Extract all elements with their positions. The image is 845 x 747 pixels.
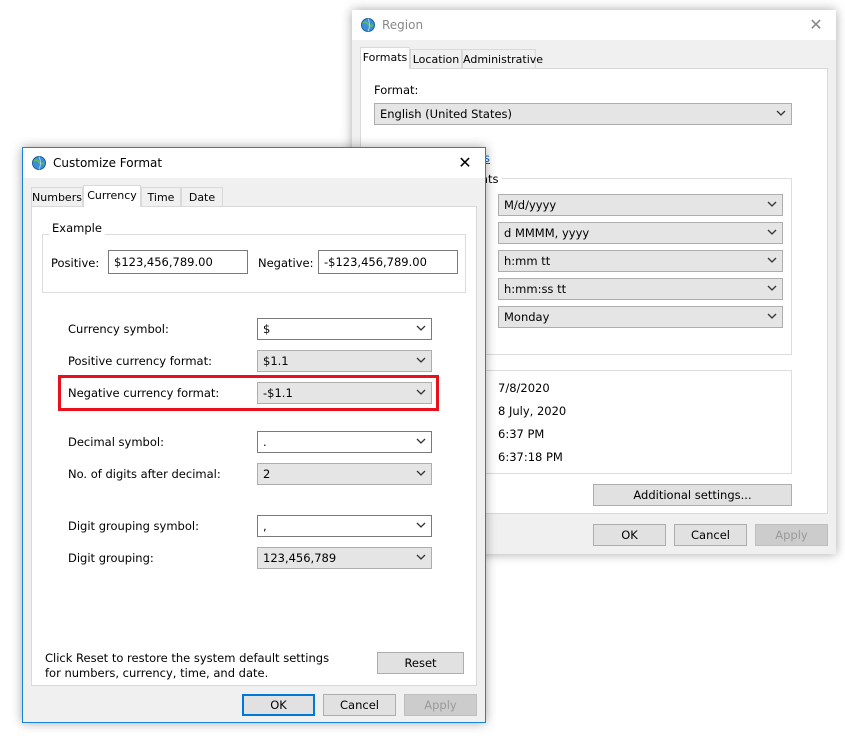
- tab-date[interactable]: Date: [181, 187, 223, 207]
- tab-administrative[interactable]: Administrative: [462, 49, 543, 69]
- negative-label: Negative:: [258, 256, 314, 270]
- additional-settings-button[interactable]: Additional settings...: [593, 484, 792, 506]
- decimal-symbol-label: Decimal symbol:: [68, 435, 164, 449]
- negative-currency-format-label: Negative currency format:: [68, 386, 220, 400]
- tab-numbers[interactable]: Numbers: [31, 187, 83, 207]
- customize-ok-button[interactable]: OK: [242, 694, 315, 716]
- customize-title: Customize Format: [53, 156, 163, 170]
- chevron-down-icon: [767, 313, 777, 319]
- region-titlebar[interactable]: Region ✕: [352, 10, 836, 40]
- customize-close-icon[interactable]: ✕: [455, 153, 475, 173]
- example-short-time: 6:37 PM: [498, 427, 545, 441]
- positive-currency-format-select[interactable]: $1.1: [257, 350, 432, 372]
- digits-after-decimal-select[interactable]: 2: [257, 463, 432, 485]
- example-short-date: 7/8/2020: [498, 381, 550, 395]
- chevron-down-icon: [416, 554, 426, 560]
- decimal-symbol-select[interactable]: .: [257, 431, 432, 453]
- tab-currency[interactable]: Currency: [83, 185, 141, 207]
- customize-format-window: Customize Format ✕ Numbers Currency Time…: [22, 147, 486, 723]
- digit-grouping-symbol-label: Digit grouping symbol:: [68, 519, 199, 533]
- format-label: Format:: [374, 83, 419, 97]
- chevron-down-icon: [767, 257, 777, 263]
- digits-after-decimal-label: No. of digits after decimal:: [68, 467, 221, 481]
- region-cancel-button[interactable]: Cancel: [674, 524, 747, 546]
- digit-grouping-symbol-select[interactable]: ,: [257, 515, 432, 537]
- currency-symbol-label: Currency symbol:: [68, 322, 169, 336]
- chevron-down-icon: [416, 389, 426, 395]
- region-ok-button[interactable]: OK: [593, 524, 666, 546]
- globe-icon: [361, 18, 375, 32]
- tab-location[interactable]: Location: [410, 49, 462, 69]
- digit-grouping-select[interactable]: 123,456,789: [257, 547, 432, 569]
- chevron-down-icon: [767, 285, 777, 291]
- long-date-select[interactable]: d MMMM, yyyy: [498, 222, 783, 244]
- tab-time[interactable]: Time: [141, 187, 181, 207]
- short-time-select[interactable]: h:mm tt: [498, 250, 783, 272]
- globe-icon: [32, 156, 46, 170]
- currency-symbol-select[interactable]: $: [257, 318, 432, 340]
- negative-example-field: -$123,456,789.00: [318, 250, 458, 274]
- customize-apply-button[interactable]: Apply: [404, 694, 477, 716]
- tab-formats[interactable]: Formats: [360, 47, 410, 69]
- region-apply-button[interactable]: Apply: [755, 524, 828, 546]
- positive-label: Positive:: [51, 256, 100, 270]
- short-date-select[interactable]: M/d/yyyy: [498, 194, 783, 216]
- negative-currency-format-select[interactable]: -$1.1: [257, 382, 432, 404]
- reset-description: Click Reset to restore the system defaul…: [45, 651, 330, 680]
- region-close-icon[interactable]: ✕: [806, 15, 826, 35]
- chevron-down-icon: [416, 438, 426, 444]
- positive-currency-format-label: Positive currency format:: [68, 354, 212, 368]
- chevron-down-icon: [767, 201, 777, 207]
- long-time-select[interactable]: h:mm:ss tt: [498, 278, 783, 300]
- first-day-of-week-select[interactable]: Monday: [498, 306, 783, 328]
- customize-titlebar[interactable]: Customize Format ✕: [23, 148, 485, 178]
- chevron-down-icon: [416, 470, 426, 476]
- chevron-down-icon: [767, 229, 777, 235]
- chevron-down-icon: [776, 110, 786, 116]
- chevron-down-icon: [416, 522, 426, 528]
- digit-grouping-label: Digit grouping:: [68, 551, 154, 565]
- example-long-time: 6:37:18 PM: [498, 450, 563, 464]
- example-label: Example: [49, 221, 105, 235]
- region-title: Region: [382, 18, 424, 32]
- reset-button[interactable]: Reset: [377, 652, 464, 674]
- chevron-down-icon: [416, 357, 426, 363]
- format-select[interactable]: English (United States): [374, 103, 792, 125]
- chevron-down-icon: [416, 325, 426, 331]
- customize-cancel-button[interactable]: Cancel: [323, 694, 396, 716]
- example-long-date: 8 July, 2020: [498, 404, 567, 418]
- positive-example-field: $123,456,789.00: [108, 250, 248, 274]
